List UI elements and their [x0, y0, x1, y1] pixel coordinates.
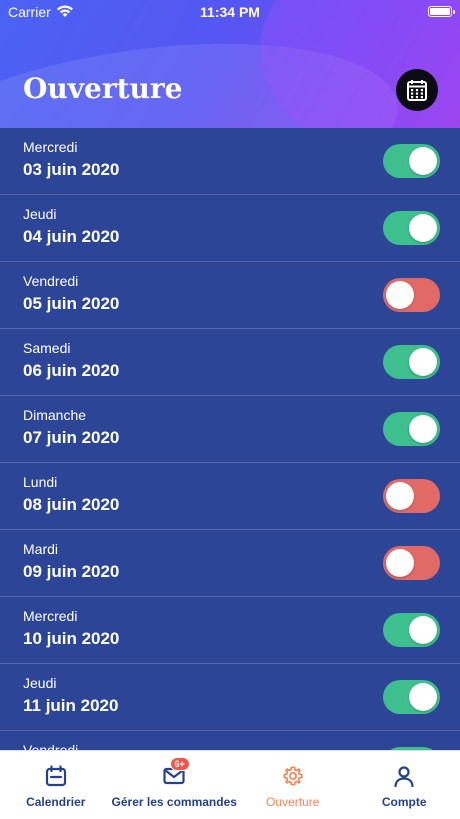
calendar-grid-icon	[407, 80, 427, 101]
day-date: 04 juin 2020	[23, 227, 120, 246]
page-title: Ouverture	[23, 72, 183, 105]
open-toggle[interactable]	[383, 680, 440, 714]
tab-compte[interactable]: Compte	[348, 751, 460, 819]
opening-days-list: Mercredi 03 juin 2020 Jeudi 04 juin 2020…	[0, 128, 460, 750]
tab-label: Calendrier	[26, 795, 86, 809]
tab-label: Ouverture	[266, 795, 320, 809]
day-date: 11 juin 2020	[23, 696, 119, 715]
open-toggle[interactable]	[383, 613, 440, 647]
calendar-icon	[45, 765, 66, 787]
list-item: Vendredi 05 juin 2020	[0, 262, 460, 329]
day-name: Jeudi	[23, 206, 57, 222]
day-date: 05 juin 2020	[23, 294, 120, 313]
open-toggle[interactable]	[383, 211, 440, 245]
gear-icon	[283, 766, 303, 786]
tab-bar: Calendrier Gérer les commandes 6+ Ouvert…	[0, 750, 460, 819]
list-item: Mercredi 10 juin 2020	[0, 597, 460, 664]
list-item: Dimanche 07 juin 2020	[0, 396, 460, 463]
day-date: 08 juin 2020	[23, 495, 120, 514]
list-item: Mercredi 03 juin 2020	[0, 128, 460, 195]
list-item: Lundi 08 juin 2020	[0, 463, 460, 530]
open-toggle[interactable]	[383, 144, 440, 178]
day-date: 06 juin 2020	[23, 361, 120, 380]
status-bar: Carrier 11:34 PM	[0, 0, 460, 26]
day-name: Jeudi	[23, 675, 57, 691]
list-item: Jeudi 04 juin 2020	[0, 195, 460, 262]
list-item: Jeudi 11 juin 2020	[0, 664, 460, 731]
open-toggle[interactable]	[383, 345, 440, 379]
day-name: Vendredi	[23, 273, 79, 289]
notification-badge: 6+	[169, 757, 190, 771]
open-toggle[interactable]	[383, 278, 440, 312]
day-name: Mardi	[23, 541, 59, 557]
day-date: 10 juin 2020	[23, 629, 120, 648]
open-toggle[interactable]	[383, 546, 440, 580]
tab-label: Gérer les commandes	[111, 795, 237, 809]
tab-label: Compte	[381, 795, 427, 809]
list-item: Mardi 09 juin 2020	[0, 530, 460, 597]
day-date: 07 juin 2020	[23, 428, 120, 447]
day-date: 03 juin 2020	[23, 160, 120, 179]
open-toggle[interactable]	[383, 412, 440, 446]
tab-calendrier[interactable]: Calendrier	[0, 751, 112, 819]
day-date: 09 juin 2020	[23, 562, 120, 581]
list-item: Vendredi	[0, 731, 460, 750]
day-name: Lundi	[23, 474, 58, 490]
day-name: Vendredi	[23, 742, 79, 750]
user-icon	[394, 766, 414, 787]
tab-ouverture[interactable]: Ouverture	[237, 751, 349, 819]
tab-gerer-commandes[interactable]: Gérer les commandes 6+	[112, 751, 237, 819]
battery-icon	[428, 6, 455, 17]
day-name: Samedi	[23, 340, 71, 356]
day-name: Mercredi	[23, 608, 78, 624]
clock: 11:34 PM	[200, 4, 260, 20]
day-name: Mercredi	[23, 139, 78, 155]
calendar-button[interactable]	[396, 69, 438, 111]
day-name: Dimanche	[23, 407, 87, 423]
open-toggle[interactable]	[383, 479, 440, 513]
list-item: Samedi 06 juin 2020	[0, 329, 460, 396]
header: Carrier 11:34 PM Ouverture	[0, 0, 460, 128]
